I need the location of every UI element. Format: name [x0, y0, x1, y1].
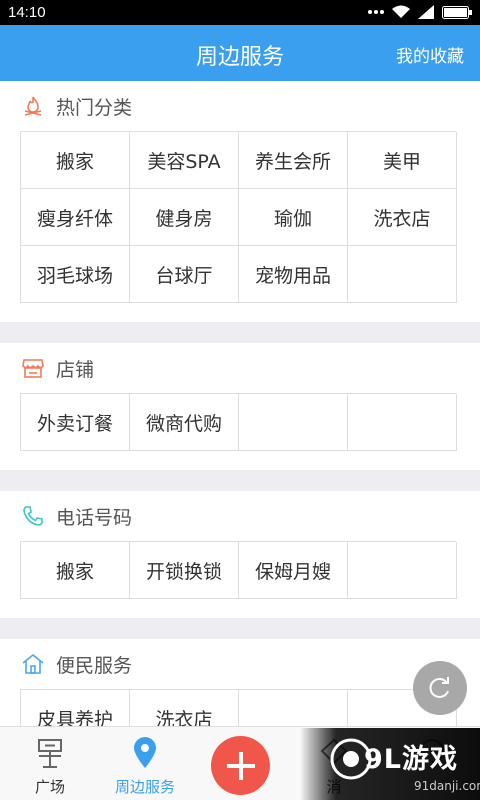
tab-label: 周边服务: [114, 778, 175, 796]
shop-icon: [20, 355, 46, 381]
grid-cell-empty: [239, 394, 348, 451]
grid-cell[interactable]: 瑜伽: [239, 189, 348, 246]
home-icon: [20, 651, 46, 677]
tab-label: 广场: [34, 778, 65, 796]
section-divider: [0, 470, 480, 491]
grid-cell[interactable]: 皮具养护: [21, 690, 130, 726]
grid-cell[interactable]: 微商代购: [130, 394, 239, 451]
watermark: 9L游戏 91danji.com: [300, 728, 480, 800]
grid-cell[interactable]: 养生会所: [239, 132, 348, 189]
grid-cell-empty: [348, 394, 457, 451]
refresh-icon: [429, 677, 449, 698]
grid-cell[interactable]: 外卖订餐: [21, 394, 130, 451]
section-header: 便民服务: [0, 639, 480, 689]
app-header: 周边服务 我的收藏: [0, 25, 480, 81]
grid-cell-empty: [239, 690, 348, 726]
grid-cell[interactable]: 洗衣店: [348, 189, 457, 246]
section-hot-categories: 热门分类 搬家 美容SPA 养生会所 美甲 瘦身纤体 健身房 瑜伽 洗衣店 羽毛…: [0, 81, 480, 303]
grid-cell[interactable]: 瘦身纤体: [21, 189, 130, 246]
refresh-button[interactable]: [413, 661, 467, 715]
tab-nearby-services[interactable]: 周边服务: [97, 727, 193, 800]
section-title: 热门分类: [56, 96, 133, 119]
grid-cell[interactable]: 搬家: [21, 542, 130, 599]
plaza-icon: [2, 737, 98, 771]
grid-cell[interactable]: 美甲: [348, 132, 457, 189]
section-title: 店铺: [56, 358, 95, 381]
section-title: 电话号码: [56, 506, 133, 529]
plus-icon: [226, 751, 255, 780]
tab-plaza[interactable]: 广场: [2, 727, 98, 800]
status-bar: 14:10: [0, 0, 480, 25]
grid-cell[interactable]: 开锁换锁: [130, 542, 239, 599]
content-area[interactable]: 热门分类 搬家 美容SPA 养生会所 美甲 瘦身纤体 健身房 瑜伽 洗衣店 羽毛…: [0, 81, 480, 726]
section-phone-numbers: 电话号码 搬家 开锁换锁 保姆月嫂: [0, 491, 480, 599]
grid-cell[interactable]: 台球厅: [130, 246, 239, 303]
grid-cell[interactable]: 健身房: [130, 189, 239, 246]
watermark-subtext: 91danji.com: [414, 779, 480, 793]
section-header: 电话号码: [0, 491, 480, 541]
section-divider: [0, 618, 480, 639]
battery-icon: [442, 5, 472, 19]
convenience-grid: 皮具养护 洗衣店: [20, 689, 457, 726]
grid-cell[interactable]: 美容SPA: [130, 132, 239, 189]
status-time: 14:10: [8, 4, 46, 21]
signal-icon: [418, 5, 434, 19]
shop-grid: 外卖订餐 微商代购: [20, 393, 457, 451]
category-grid: 搬家 美容SPA 养生会所 美甲 瘦身纤体 健身房 瑜伽 洗衣店 羽毛球场 台球…: [20, 131, 457, 303]
dots-icon: [368, 10, 384, 14]
my-favorites-button[interactable]: 我的收藏: [396, 42, 464, 67]
section-title: 便民服务: [56, 654, 133, 677]
location-pin-icon: [97, 737, 193, 771]
section-shops: 店铺 外卖订餐 微商代购: [0, 343, 480, 451]
fire-icon: [20, 93, 46, 119]
phone-icon: [20, 503, 46, 529]
section-convenience-services: 便民服务 皮具养护 洗衣店: [0, 639, 480, 726]
section-divider: [0, 322, 480, 343]
watermark-text: 9L游戏: [364, 744, 458, 775]
status-icons: [368, 5, 472, 19]
grid-cell[interactable]: 羽毛球场: [21, 246, 130, 303]
add-button[interactable]: [211, 736, 270, 795]
section-header: 店铺: [0, 343, 480, 393]
grid-cell[interactable]: 洗衣店: [130, 690, 239, 726]
section-header: 热门分类: [0, 81, 480, 131]
phone-grid: 搬家 开锁换锁 保姆月嫂: [20, 541, 457, 599]
grid-cell[interactable]: 搬家: [21, 132, 130, 189]
wifi-icon: [392, 5, 410, 18]
grid-cell[interactable]: 宠物用品: [239, 246, 348, 303]
grid-cell-empty: [348, 542, 457, 599]
grid-cell-empty: [348, 246, 457, 303]
grid-cell[interactable]: 保姆月嫂: [239, 542, 348, 599]
